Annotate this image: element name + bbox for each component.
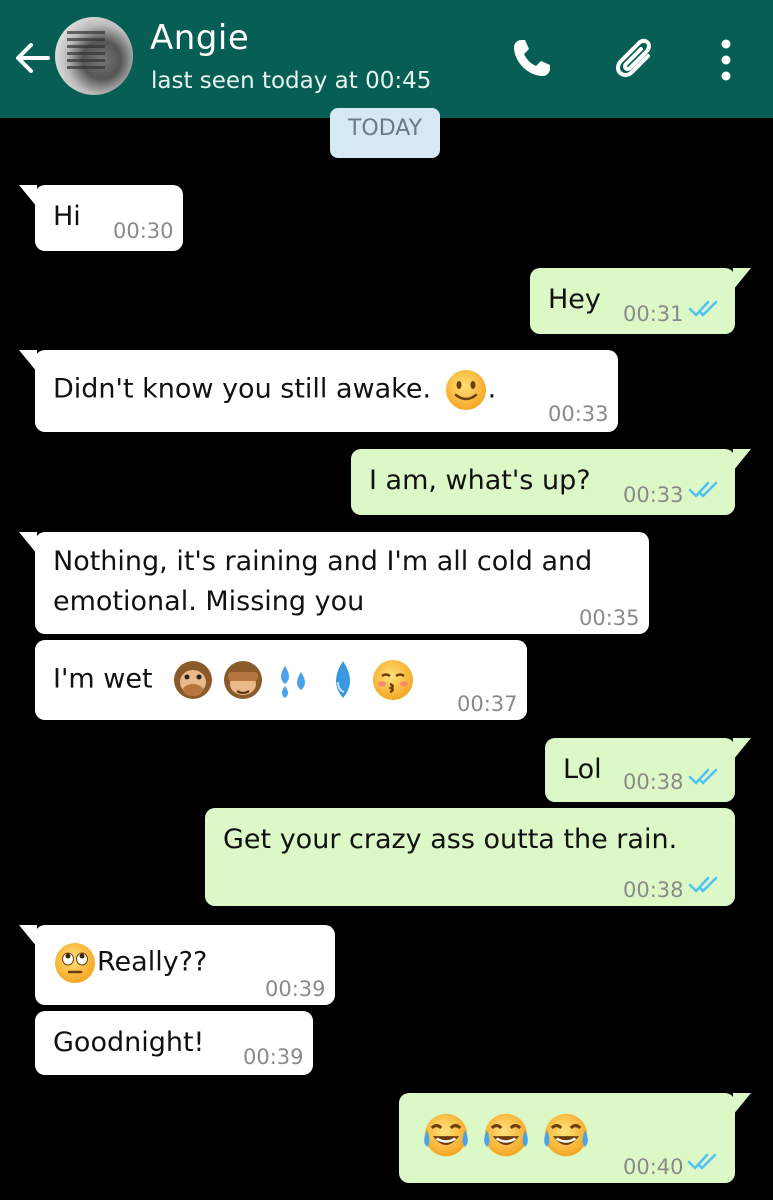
message-bubble-incoming[interactable]: Nothing, it's raining and I'm all cold a…: [19, 532, 649, 634]
message-time: 00:31: [623, 302, 684, 326]
message-text: Lol: [563, 754, 602, 785]
message-text: Hey: [548, 284, 601, 315]
paperclip-icon[interactable]: [608, 32, 662, 86]
message-bubble-incoming[interactable]: Didn't know you still awake. . 00:33: [19, 350, 618, 432]
back-arrow-icon[interactable]: [12, 38, 52, 78]
message-time: 00:37: [457, 692, 518, 716]
message-text: I am, what's up?: [369, 465, 591, 496]
message-time: 00:33: [623, 483, 684, 507]
message-time: 00:33: [548, 402, 609, 426]
sweat-droplets-icon: [281, 666, 306, 698]
message-time: 00:30: [113, 219, 174, 243]
droplet-icon: [336, 661, 351, 698]
message-text-suffix: .: [487, 373, 497, 405]
more-options-icon[interactable]: [708, 36, 744, 84]
read-receipt-icon: [688, 481, 718, 498]
message-bubble-outgoing[interactable]: Get your crazy ass outta the rain. 00:38: [205, 808, 735, 906]
face-with-tears-of-joy-icon: [544, 1113, 588, 1157]
message-time: 00:39: [243, 1045, 304, 1069]
message-bubble-outgoing[interactable]: I am, what's up? 00:33: [351, 449, 751, 515]
message-time: 00:35: [579, 606, 640, 630]
slightly-smiling-face-icon: [445, 370, 486, 410]
kissing-face-closed-eyes-icon: [373, 660, 414, 700]
message-text-body: Didn't know you still awake.: [53, 373, 432, 405]
avatar[interactable]: [55, 17, 133, 95]
message-bubble-outgoing[interactable]: Hey 00:31: [530, 268, 751, 334]
read-receipt-icon: [688, 876, 718, 893]
contact-name[interactable]: Angie: [150, 18, 249, 58]
message-time: 00:39: [265, 977, 326, 1001]
message-text-line-1: Nothing, it's raining and I'm all cold a…: [53, 546, 593, 577]
speak-no-evil-monkey-icon: [174, 661, 213, 699]
message-bubble-incoming[interactable]: Really?? 00:39: [19, 925, 335, 1005]
message-text-body: I'm wet: [53, 663, 153, 695]
message-bubble-outgoing[interactable]: Lol 00:38: [545, 738, 751, 802]
read-receipt-icon: [688, 300, 718, 317]
message-text: Hi: [53, 201, 81, 232]
message-text: Goodnight!: [53, 1027, 205, 1058]
message-bubble-outgoing[interactable]: 00:40: [399, 1093, 751, 1183]
message-text: Get your crazy ass outta the rain.: [223, 824, 678, 855]
date-separator: TODAY: [330, 108, 440, 158]
face-with-tears-of-joy-icon: [484, 1113, 528, 1157]
message-text: Didn't know you still awake. .: [53, 368, 496, 412]
message-bubble-incoming[interactable]: Hi 00:30: [19, 185, 183, 251]
face-with-rolling-eyes-icon: [55, 943, 95, 983]
message-text: [417, 1109, 595, 1161]
voice-call-icon[interactable]: [508, 34, 556, 82]
message-time: 00:38: [623, 878, 684, 902]
message-text-body: Really??: [97, 946, 208, 978]
message-time: 00:38: [623, 770, 684, 794]
read-receipt-icon: [688, 768, 718, 785]
see-no-evil-monkey-icon: [224, 661, 263, 699]
last-seen-status[interactable]: last seen today at 00:45: [151, 68, 431, 94]
message-bubble-incoming[interactable]: I'm wet 00:37: [35, 640, 527, 720]
message-text-line-2: emotional. Missing you: [53, 586, 365, 617]
message-time: 00:40: [623, 1155, 684, 1179]
message-text: Really??: [53, 941, 207, 985]
face-with-tears-of-joy-icon: [424, 1113, 468, 1157]
message-bubble-incoming[interactable]: Goodnight! 00:39: [35, 1011, 313, 1075]
chat-header: Angie last seen today at 00:45: [0, 0, 773, 118]
message-text: I'm wet: [53, 658, 415, 702]
read-receipt-icon: [687, 1153, 717, 1170]
